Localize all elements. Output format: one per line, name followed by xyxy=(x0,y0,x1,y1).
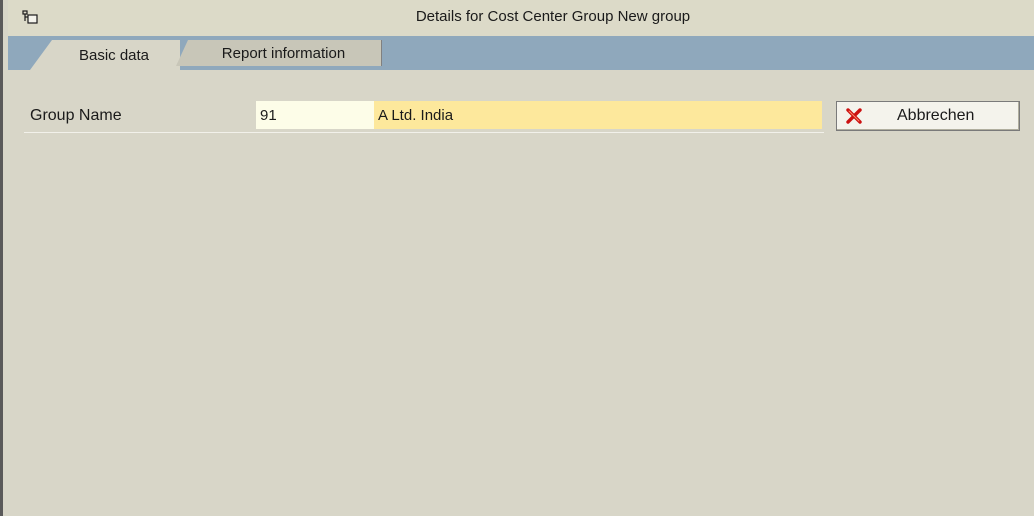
title-bar: Details for Cost Center Group New group xyxy=(8,0,1034,36)
cancel-button[interactable]: Abbrechen xyxy=(836,101,1020,131)
group-name-label: Group Name xyxy=(30,107,122,124)
window-left-border xyxy=(0,0,8,516)
group-id-field[interactable] xyxy=(256,101,374,129)
tab-report-information[interactable]: Report information xyxy=(176,40,382,66)
tab-strip: Basic data Report information xyxy=(8,36,1034,70)
group-description-field[interactable] xyxy=(374,101,822,129)
dialog-window: Details for Cost Center Group New group … xyxy=(0,0,1034,516)
cancel-x-icon xyxy=(846,108,862,124)
cancel-button-label: Abbrechen xyxy=(897,107,975,124)
tab-content-panel: Group Name Abbrechen xyxy=(8,70,1034,516)
tab-basic-data[interactable]: Basic data xyxy=(30,40,180,70)
row-divider xyxy=(24,132,824,133)
window-title: Details for Cost Center Group New group xyxy=(415,8,691,25)
